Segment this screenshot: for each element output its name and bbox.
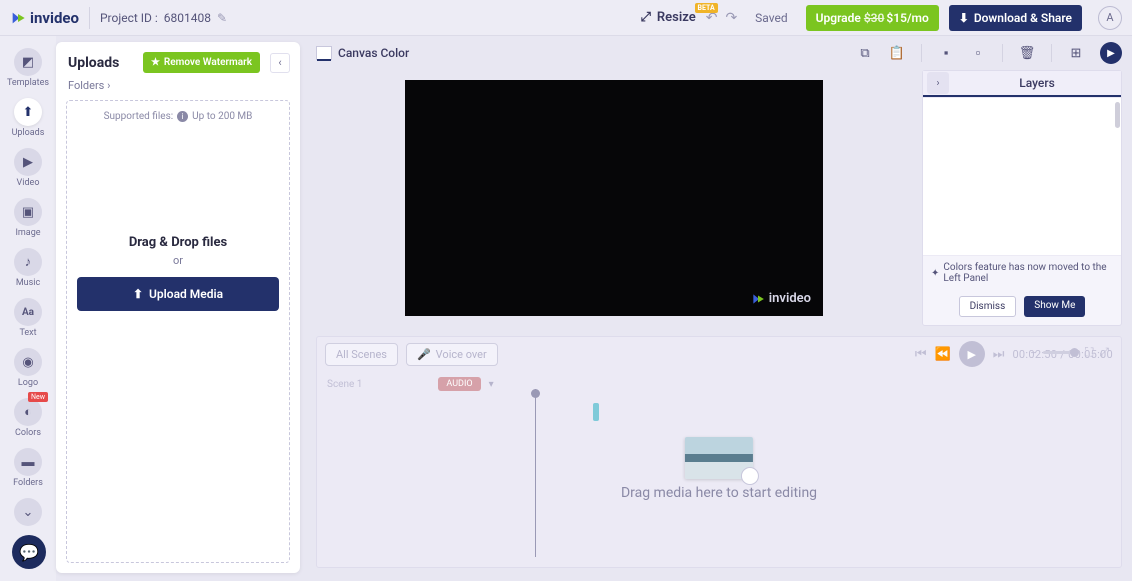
dismiss-button[interactable]: Dismiss: [959, 296, 1017, 317]
layers-list: [923, 97, 1121, 255]
video-icon: ▶: [14, 148, 42, 176]
folders-icon: ▬: [14, 448, 42, 476]
help-chat-button[interactable]: 💬: [12, 535, 46, 569]
layer-front-icon[interactable]: ▫: [966, 41, 990, 65]
brand-name: invideo: [30, 9, 79, 27]
left-rail: ◩ Templates ⬆ Uploads ▶ Video ▣ Image ♪ …: [0, 36, 56, 581]
layers-hint: ✦ Colors feature has now moved to the Le…: [923, 255, 1121, 290]
user-avatar[interactable]: A: [1098, 6, 1122, 30]
expand-icon[interactable]: ⤢: [1099, 345, 1109, 360]
timeline-scene-row: Scene 1 AUDIO ▾: [317, 371, 1121, 397]
skip-back-icon[interactable]: ⏮: [915, 347, 927, 362]
dropzone-or: or: [173, 254, 183, 267]
uploads-title: Uploads: [68, 55, 137, 71]
resize-button[interactable]: ⤢ Resize BETA: [641, 10, 696, 25]
dropzone-title: Drag & Drop files: [129, 235, 227, 250]
rail-image[interactable]: ▣ Image: [6, 194, 50, 242]
folders-link[interactable]: Folders ›: [56, 79, 300, 100]
rail-music[interactable]: ♪ Music: [6, 244, 50, 292]
edit-project-icon[interactable]: ✎: [217, 11, 227, 25]
main-area: Canvas Color ⧉ 📋 ▪ ▫ 🗑 ⊞ ▶ invideo › Lay…: [306, 36, 1132, 581]
mic-icon: 🎤: [417, 348, 431, 361]
remove-watermark-button[interactable]: ★ Remove Watermark: [143, 52, 260, 73]
collapse-panel-button[interactable]: ‹: [270, 53, 290, 73]
rail-logo[interactable]: ◉ Logo: [6, 344, 50, 392]
music-icon: ♪: [14, 248, 42, 276]
canvas-stage: invideo: [316, 70, 912, 326]
download-share-button[interactable]: ⬇ Download & Share: [949, 5, 1082, 31]
colors-icon: ◐: [14, 398, 42, 426]
canvas-watermark: invideo: [751, 291, 811, 306]
layers-title: Layers: [953, 76, 1121, 90]
rail-video[interactable]: ▶ Video: [6, 144, 50, 192]
grid-icon[interactable]: ⊞: [1064, 41, 1088, 65]
chevron-down-icon: ⌄: [14, 498, 42, 526]
rail-text[interactable]: Aa Text: [6, 294, 50, 342]
layers-panel: › Layers ✦ Colors feature has now moved …: [922, 70, 1122, 326]
uploads-icon: ⬆: [14, 98, 42, 126]
supported-files-label: Supported files: i Up to 200 MB: [104, 111, 253, 122]
show-me-button[interactable]: Show Me: [1024, 296, 1085, 317]
upload-icon: ⬆: [133, 287, 143, 301]
templates-icon: ◩: [14, 48, 42, 76]
image-icon: ▣: [14, 198, 42, 226]
resize-icon: ⤢: [641, 10, 651, 25]
playhead[interactable]: [535, 389, 536, 557]
layer-back-icon[interactable]: ▪: [934, 41, 958, 65]
save-status: Saved: [755, 11, 787, 25]
track-clip[interactable]: [593, 403, 599, 421]
timeline-play-button[interactable]: ▶: [959, 341, 985, 367]
canvas-toolbar: Canvas Color ⧉ 📋 ▪ ▫ 🗑 ⊞ ▶: [306, 36, 1132, 70]
skip-fwd-icon[interactable]: ⏭: [993, 347, 1005, 362]
project-id: Project ID : 6801408 ✎: [100, 11, 227, 25]
brand-logo[interactable]: invideo: [10, 9, 79, 27]
scene-label: Scene 1: [327, 379, 362, 390]
media-thumb-icon: [685, 437, 753, 479]
timeline-drop-hint: Drag media here to start editing: [621, 485, 817, 501]
beta-badge: BETA: [695, 3, 718, 13]
star-icon: ★: [151, 57, 160, 68]
voice-over-button[interactable]: 🎤 Voice over: [406, 343, 498, 366]
chat-icon: 💬: [19, 543, 39, 562]
copy-icon[interactable]: ⧉: [853, 41, 877, 65]
timeline: All Scenes 🎤 Voice over ⏮ ⏪ ▶ ⏭ 00:02:50…: [316, 336, 1122, 568]
all-scenes-button[interactable]: All Scenes: [325, 343, 398, 366]
preview-play-button[interactable]: ▶: [1100, 42, 1122, 64]
audio-chip[interactable]: AUDIO: [438, 377, 480, 391]
uploads-panel: Uploads ★ Remove Watermark ‹ Folders › S…: [56, 42, 300, 573]
canvas-color-button[interactable]: Canvas Color: [316, 46, 409, 60]
new-badge: New: [28, 392, 48, 402]
chevron-down-icon[interactable]: ▾: [489, 379, 494, 390]
delete-icon[interactable]: 🗑: [1015, 41, 1039, 65]
upload-dropzone[interactable]: Supported files: i Up to 200 MB Drag & D…: [66, 100, 290, 563]
rail-colors[interactable]: New ◐ Colors: [6, 394, 50, 442]
fit-icon[interactable]: ⛶: [1085, 345, 1093, 360]
rail-uploads[interactable]: ⬆ Uploads: [6, 94, 50, 142]
timeline-dropzone[interactable]: Drag media here to start editing: [621, 437, 817, 501]
color-swatch-icon: [316, 46, 332, 60]
zoom-slider[interactable]: [1043, 351, 1079, 354]
layers-collapse-button[interactable]: ›: [927, 72, 949, 94]
rail-templates[interactable]: ◩ Templates: [6, 44, 50, 92]
rail-more[interactable]: ⌄: [6, 494, 50, 530]
video-canvas[interactable]: invideo: [405, 80, 823, 316]
rewind-icon[interactable]: ⏪: [935, 347, 951, 362]
zoom-out-icon[interactable]: −: [1030, 346, 1037, 360]
paste-icon[interactable]: 📋: [885, 41, 909, 65]
top-bar: invideo Project ID : 6801408 ✎ ⤢ Resize …: [0, 0, 1132, 36]
sparkle-icon: ✦: [931, 268, 939, 279]
info-icon[interactable]: i: [177, 111, 188, 122]
text-icon: Aa: [14, 298, 42, 326]
divider: [89, 7, 90, 29]
timeline-toolbar: All Scenes 🎤 Voice over ⏮ ⏪ ▶ ⏭ 00:02:50…: [317, 337, 1121, 371]
zoom-control[interactable]: − ⛶ ⤢: [1030, 345, 1109, 360]
logo-icon: ◉: [14, 348, 42, 376]
upload-media-button[interactable]: ⬆ Upload Media: [77, 277, 279, 311]
invideo-logo-icon: [10, 10, 26, 26]
redo-icon[interactable]: ↷: [725, 10, 737, 26]
upgrade-button[interactable]: Upgrade $30$15/mo: [806, 5, 939, 31]
download-icon: ⬇: [959, 11, 969, 25]
rail-folders[interactable]: ▬ Folders: [6, 444, 50, 492]
